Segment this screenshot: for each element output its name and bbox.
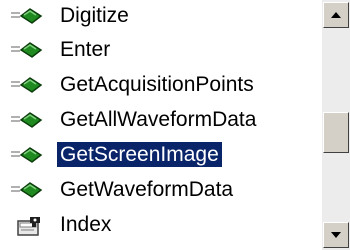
list-item-label: GetWaveformData xyxy=(60,178,234,201)
method-icon xyxy=(10,6,44,26)
list-item[interactable]: Enter xyxy=(0,34,322,65)
method-icon xyxy=(10,110,44,130)
scrollbar-thumb[interactable] xyxy=(323,112,349,153)
list-item-label: GetAcquisitionPoints xyxy=(60,73,254,96)
arrow-up-icon xyxy=(331,12,341,18)
method-icon xyxy=(10,180,44,200)
method-icon xyxy=(10,40,44,60)
vertical-scrollbar[interactable] xyxy=(322,0,350,250)
member-listbox[interactable]: Digitize Enter GetAcquisitionPoints GetA… xyxy=(0,0,350,250)
list-item-label: Enter xyxy=(60,38,111,61)
list-item-label: GetAllWaveformData xyxy=(60,108,257,131)
scroll-up-button[interactable] xyxy=(323,2,349,28)
member-list: Digitize Enter GetAcquisitionPoints GetA… xyxy=(0,0,322,250)
list-item[interactable]: GetAcquisitionPoints xyxy=(0,69,322,100)
list-item-label: GetScreenImage xyxy=(56,141,223,168)
arrow-down-icon xyxy=(331,232,341,238)
property-icon xyxy=(10,215,44,236)
list-item[interactable]: Index xyxy=(0,209,322,240)
list-item-label: Index xyxy=(60,213,112,236)
list-item-label: Digitize xyxy=(60,4,129,27)
list-item[interactable]: GetWaveformData xyxy=(0,174,322,205)
scroll-down-button[interactable] xyxy=(323,222,349,248)
list-item-selected[interactable]: GetScreenImage xyxy=(0,139,322,170)
list-item[interactable]: GetAllWaveformData xyxy=(0,104,322,135)
method-icon xyxy=(10,145,44,165)
method-icon xyxy=(10,75,44,95)
list-item[interactable]: Digitize xyxy=(0,0,322,31)
